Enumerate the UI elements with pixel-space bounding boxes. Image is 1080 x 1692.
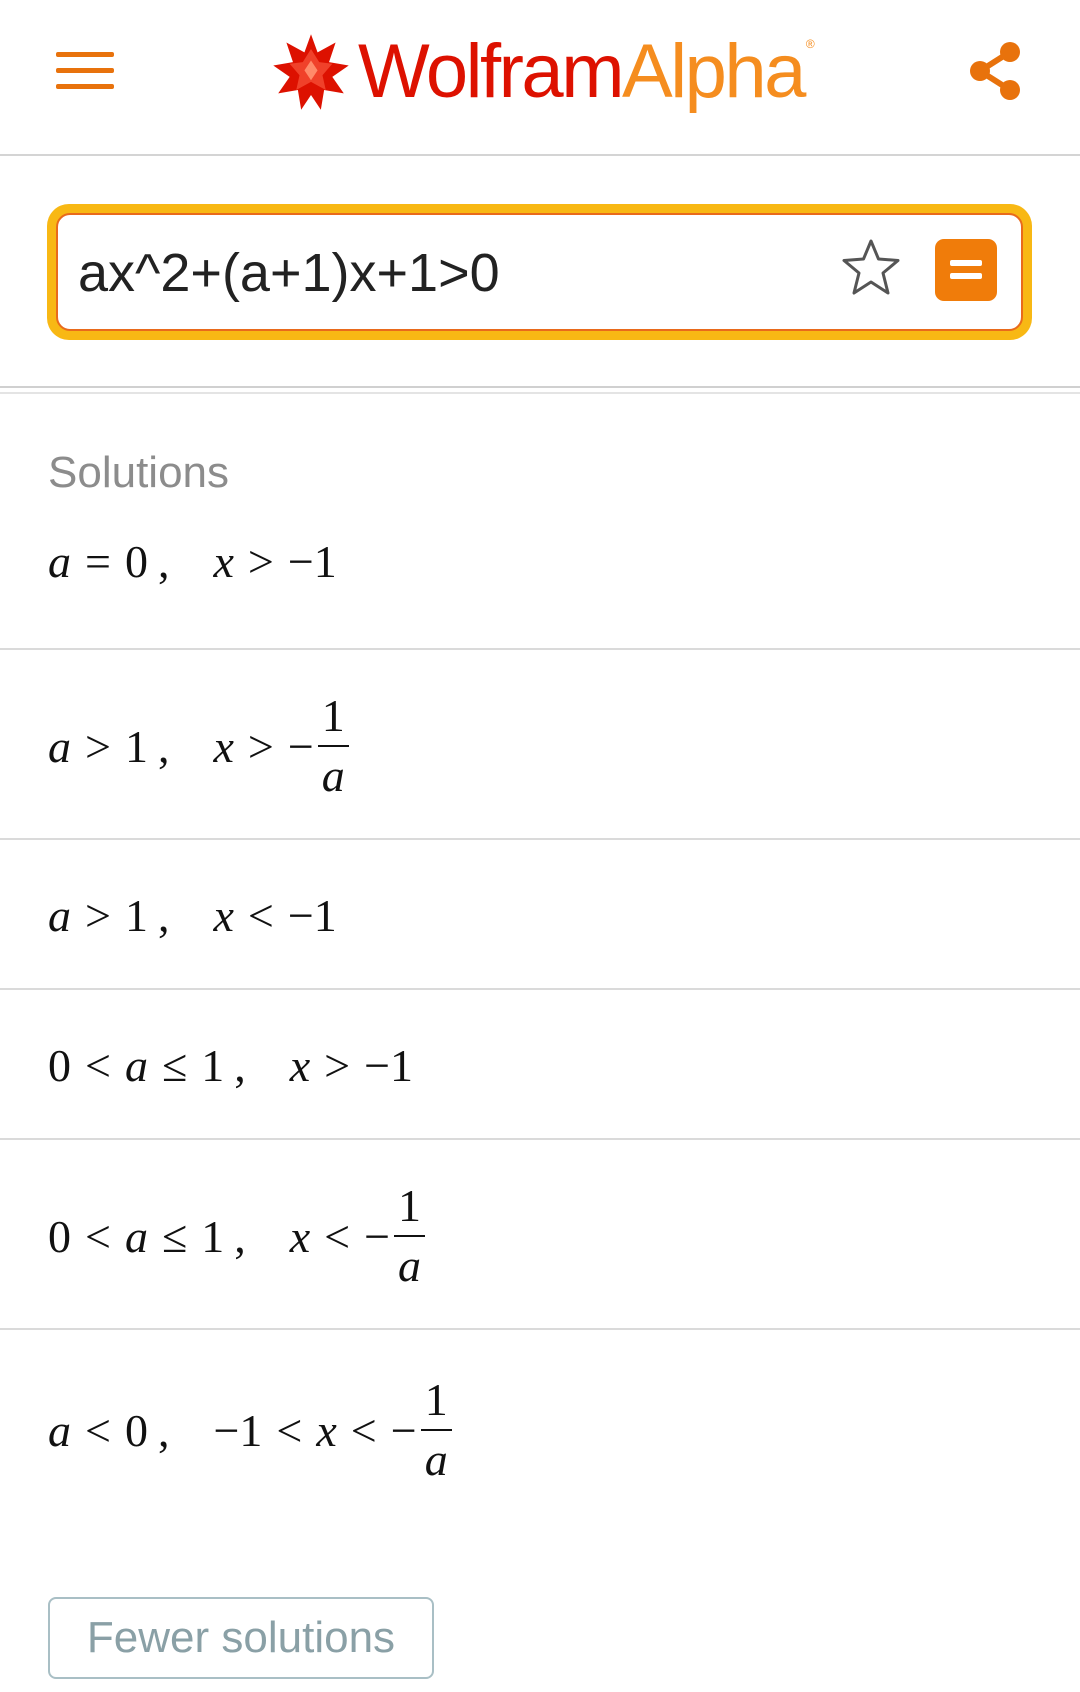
solution-math: 0 < a ≤ 1 , x > −1 xyxy=(48,1032,413,1098)
math-token: a xyxy=(124,1210,148,1262)
brand-registered-mark: ® xyxy=(805,37,815,51)
math-token: −1 xyxy=(213,1404,263,1456)
fraction-denominator: a xyxy=(321,750,345,801)
math-fraction: 1 a xyxy=(394,1180,426,1291)
math-token: 1 xyxy=(124,720,148,772)
star-outline-icon[interactable] xyxy=(838,235,904,301)
math-token: − xyxy=(390,1404,417,1456)
fewer-solutions-button[interactable]: Fewer solutions xyxy=(48,1597,434,1679)
solution-row: 0 < a ≤ 1 , x > −1 xyxy=(0,992,1080,1140)
solution-row: a = 0 , x > −1 xyxy=(0,500,1080,650)
math-comma: , xyxy=(234,1210,246,1262)
query-input[interactable] xyxy=(78,233,778,313)
math-token: − xyxy=(287,720,314,772)
solution-math: a = 0 , x > −1 xyxy=(48,528,337,594)
math-token: ≤ xyxy=(161,1210,188,1262)
search-box-inner xyxy=(56,213,1023,331)
solution-row: 0 < a ≤ 1 , x < − 1 a xyxy=(0,1142,1080,1330)
hamburger-menu-icon[interactable] xyxy=(56,48,114,94)
math-token: < xyxy=(247,889,274,941)
share-icon[interactable] xyxy=(962,38,1028,104)
solution-math: a > 1 , x < −1 xyxy=(48,882,337,948)
equals-submit-button[interactable] xyxy=(935,239,997,301)
math-token: a xyxy=(48,1404,71,1456)
math-fraction: 1 a xyxy=(420,1374,452,1485)
math-token: < xyxy=(85,1210,111,1262)
math-token: x xyxy=(213,720,234,772)
math-token: −1 xyxy=(287,535,337,587)
math-token: 0 xyxy=(124,1404,148,1456)
fraction-numerator: 1 xyxy=(321,690,345,741)
math-token: x xyxy=(213,889,234,941)
solution-row: a < 0 , −1 < x < − 1 a xyxy=(0,1332,1080,1572)
math-token: x xyxy=(213,535,234,587)
wolfram-spikey-icon xyxy=(273,34,349,110)
solution-row: a > 1 , x > − 1 a xyxy=(0,652,1080,840)
math-fraction: 1 a xyxy=(317,690,349,801)
math-token: < xyxy=(85,1404,111,1456)
math-token: a xyxy=(124,1039,148,1091)
math-comma: , xyxy=(157,1404,170,1456)
math-token: 0 xyxy=(124,535,148,587)
search-box xyxy=(47,204,1032,340)
solution-math: a < 0 , −1 < x < − 1 a xyxy=(48,1372,452,1488)
math-token: a xyxy=(48,535,71,587)
math-token: 1 xyxy=(124,889,148,941)
solution-math: 0 < a ≤ 1 , x < − 1 a xyxy=(48,1178,426,1294)
math-comma: , xyxy=(157,889,170,941)
math-token: ≤ xyxy=(161,1039,188,1091)
math-token: > xyxy=(85,720,111,772)
math-token: > xyxy=(247,720,274,772)
equals-icon-bar-top xyxy=(950,260,982,266)
math-token: 1 xyxy=(201,1039,225,1091)
math-token: < xyxy=(276,1404,303,1456)
math-token: 1 xyxy=(201,1210,225,1262)
brand-wolfram: Wolfram xyxy=(358,29,625,114)
math-token: < xyxy=(350,1404,377,1456)
pod-title-solutions: Solutions xyxy=(48,448,230,497)
solution-math: a > 1 , x > − 1 a xyxy=(48,688,349,804)
equals-icon-bar-bottom xyxy=(950,273,982,279)
results-pod: Solutions a = 0 , x > −1 a > 1 , x > − 1 xyxy=(0,392,1080,1692)
math-token: > xyxy=(324,1039,351,1091)
wolfram-alpha-logo[interactable]: WolframAlpha ® xyxy=(270,22,815,122)
math-token: < xyxy=(85,1039,111,1091)
math-comma: , xyxy=(234,1039,246,1091)
math-token: −1 xyxy=(364,1039,414,1091)
math-token: x xyxy=(316,1404,337,1456)
math-token: 0 xyxy=(48,1210,71,1262)
fraction-numerator: 1 xyxy=(424,1374,448,1425)
math-token: 0 xyxy=(48,1039,71,1091)
math-token: > xyxy=(85,889,111,941)
math-comma: , xyxy=(157,720,170,772)
math-token: a xyxy=(48,720,71,772)
math-token: = xyxy=(85,535,111,587)
brand-alpha: Alpha xyxy=(622,29,806,114)
math-token: − xyxy=(364,1210,391,1262)
math-token: > xyxy=(247,535,274,587)
math-token: x xyxy=(289,1039,311,1091)
math-token: −1 xyxy=(287,889,337,941)
fraction-numerator: 1 xyxy=(398,1180,422,1231)
solution-row: a > 1 , x < −1 xyxy=(0,842,1080,990)
app-header: WolframAlpha ® xyxy=(0,0,1080,156)
fraction-denominator: a xyxy=(424,1434,448,1485)
math-token: a xyxy=(48,889,71,941)
search-section xyxy=(0,158,1080,388)
math-token: < xyxy=(324,1210,351,1262)
math-comma: , xyxy=(157,535,170,587)
math-token: x xyxy=(289,1210,311,1262)
fraction-denominator: a xyxy=(398,1240,422,1291)
